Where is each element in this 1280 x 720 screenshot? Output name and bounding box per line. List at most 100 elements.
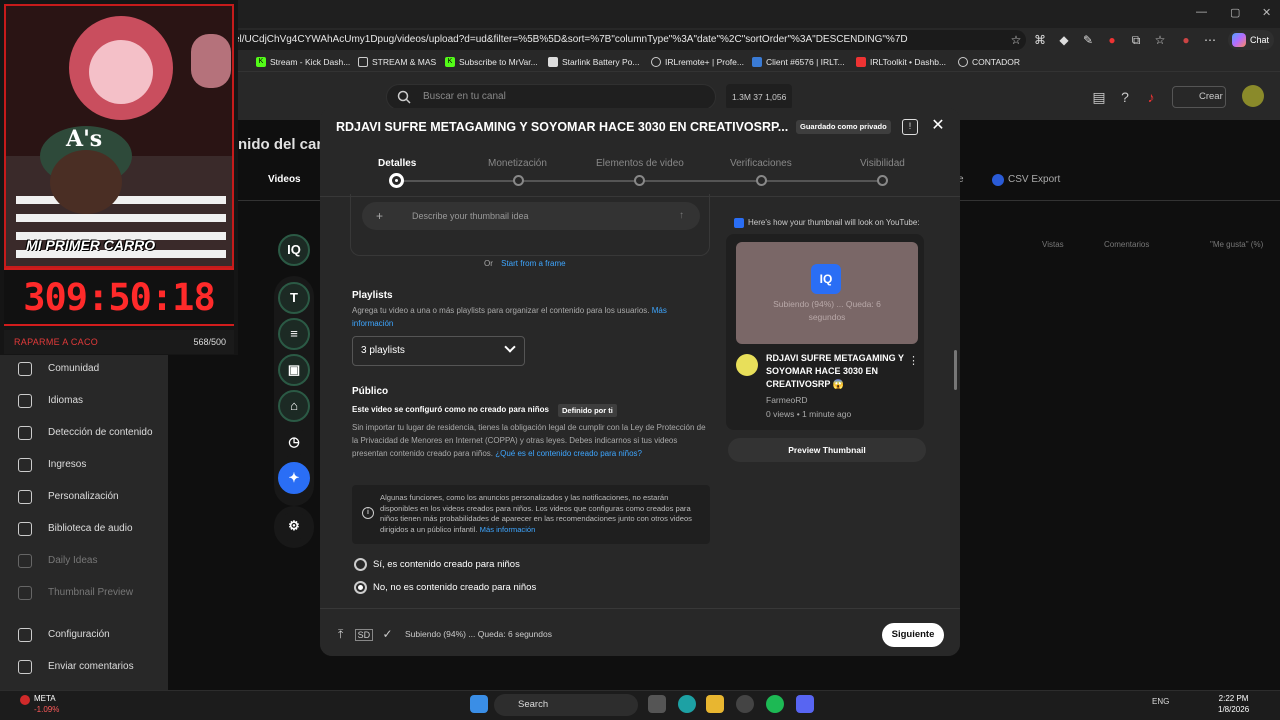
radio-made-for-kids[interactable]: [354, 558, 367, 571]
bookmark-item[interactable]: Starlink Battery Po...: [548, 55, 639, 69]
feedback-icon[interactable]: ▤: [1090, 88, 1108, 106]
windows-start-icon[interactable]: [470, 695, 488, 713]
avatar[interactable]: [1242, 85, 1264, 107]
bookmark-label: IRLremote+ | Profe...: [665, 57, 744, 67]
sidebar-item-content-detection[interactable]: Detección de contenido: [18, 424, 153, 442]
help-icon[interactable]: ?: [1116, 88, 1134, 106]
csv-export-tab[interactable]: CSV Export: [992, 174, 1060, 186]
sidebar-item-daily-ideas[interactable]: Daily Ideas: [18, 552, 97, 570]
bookmark-item[interactable]: IRLremote+ | Profe...: [651, 55, 744, 69]
taskbar-search[interactable]: Search: [494, 694, 638, 716]
search-input[interactable]: Buscar en tu canal: [386, 84, 716, 110]
language-indicator[interactable]: ENG: [1152, 697, 1169, 706]
step-visibility[interactable]: Visibilidad: [860, 158, 905, 169]
step-dot-checks[interactable]: [756, 175, 767, 186]
sidebar-item-community[interactable]: Comunidad: [18, 360, 99, 378]
preview-thumbnail-button[interactable]: Preview Thumbnail: [728, 438, 926, 462]
tags-tool-icon[interactable]: ⌂: [278, 390, 310, 422]
banner-text: MI PRIMER CARRO: [26, 237, 156, 253]
check-circle-icon[interactable]: ✓: [383, 627, 393, 641]
sidebar-item-settings[interactable]: Configuración: [18, 626, 110, 644]
star-icon[interactable]: ☆: [1008, 32, 1024, 48]
daily-ideas-icon: [18, 554, 32, 568]
step-dot-video-elements[interactable]: [634, 175, 645, 186]
stock-widget[interactable]: META -1.09%: [20, 693, 59, 715]
step-video-elements[interactable]: Elementos de video: [596, 158, 684, 169]
thumbnail-tool-icon[interactable]: ▣: [278, 354, 310, 386]
bookmark-item[interactable]: STREAM & MAS: [358, 55, 436, 69]
puzzle-icon[interactable]: ⧉: [1128, 32, 1144, 48]
task-view-icon[interactable]: [648, 695, 666, 713]
bookmark-item[interactable]: K Subscribe to MrVar...: [445, 55, 538, 69]
step-dot-visibility[interactable]: [877, 175, 888, 186]
favorites-icon[interactable]: ☆: [1152, 32, 1168, 48]
notification-bell-icon[interactable]: ♪: [1142, 88, 1160, 106]
tab-videos[interactable]: Videos: [268, 174, 301, 185]
sidebar-item-earnings[interactable]: Ingresos: [18, 456, 86, 474]
radio-label-no[interactable]: No, no es contenido creado para niños: [373, 582, 536, 593]
column-header[interactable]: "Me gusta" (%): [1210, 240, 1263, 249]
obs-icon[interactable]: [736, 695, 754, 713]
thumbnail-idea-input[interactable]: + Describe your thumbnail idea ↑: [362, 202, 700, 230]
start-from-frame-link[interactable]: Start from a frame: [501, 259, 565, 268]
spotify-icon[interactable]: [766, 695, 784, 713]
sparkle-icon[interactable]: ✦: [278, 462, 310, 494]
more-vert-icon[interactable]: ⋮: [908, 354, 919, 367]
bookmark-item[interactable]: CONTADOR: [958, 55, 1020, 69]
edge-icon[interactable]: [678, 695, 696, 713]
kick-icon: K: [256, 57, 266, 67]
radio-label-yes[interactable]: Sí, es contenido creado para niños: [373, 559, 520, 570]
minimize-icon[interactable]: —: [1196, 6, 1207, 18]
webcam-feed: A's MI PRIMER CARRO: [4, 4, 234, 268]
made-for-kids-link[interactable]: ¿Qué es el contenido creado para niños?: [495, 449, 642, 458]
feedback-icon[interactable]: !: [902, 119, 918, 135]
chat-button[interactable]: Chat: [1228, 30, 1274, 50]
next-button[interactable]: Siguiente: [882, 623, 944, 647]
sidebar-item-thumbnail-preview[interactable]: Thumbnail Preview: [18, 584, 133, 602]
system-tray[interactable]: ENG: [1108, 697, 1169, 706]
extension-icon[interactable]: ◆: [1056, 32, 1072, 48]
column-header[interactable]: Comentarios: [1104, 240, 1149, 249]
step-checks[interactable]: Verificaciones: [730, 158, 792, 169]
description-tool-icon[interactable]: ≡: [278, 318, 310, 350]
title-tool-icon[interactable]: T: [278, 282, 310, 314]
step-details[interactable]: Detalles: [378, 158, 416, 169]
sidebar-item-audio-library[interactable]: Biblioteca de audio: [18, 520, 133, 538]
radio-not-made-for-kids[interactable]: [354, 581, 367, 594]
dialog-scrollbar[interactable]: [954, 350, 957, 390]
step-monetization[interactable]: Monetización: [488, 158, 547, 169]
settings-gear-icon[interactable]: ⚙: [278, 510, 310, 542]
more-info-link[interactable]: Más información: [480, 525, 536, 534]
more-menu-icon[interactable]: ⋯: [1202, 32, 1218, 48]
sidebar-item-customization[interactable]: Personalización: [18, 488, 119, 506]
profile-icon[interactable]: ●: [1178, 32, 1194, 48]
sidebar-item-languages[interactable]: Idiomas: [18, 392, 83, 410]
plus-icon[interactable]: +: [376, 202, 383, 230]
close-icon[interactable]: ✕: [930, 118, 946, 134]
pen-icon[interactable]: ✎: [1080, 32, 1096, 48]
create-button[interactable]: Crear: [1172, 86, 1226, 108]
sd-icon[interactable]: SD: [354, 629, 374, 641]
close-window-icon[interactable]: ✕: [1262, 6, 1271, 19]
discord-icon[interactable]: [796, 695, 814, 713]
iq-label: IQ: [287, 242, 301, 257]
maximize-icon[interactable]: ▢: [1230, 6, 1240, 19]
step-dot-details[interactable]: [389, 173, 404, 188]
clock-icon[interactable]: ◷: [278, 426, 310, 458]
extension-icon[interactable]: ⌘: [1032, 32, 1048, 48]
column-header[interactable]: Vistas: [1042, 240, 1064, 249]
bookmark-item[interactable]: K Stream - Kick Dash...: [256, 55, 350, 69]
sidebar-item-send-feedback[interactable]: Enviar comentarios: [18, 658, 134, 676]
bookmark-item[interactable]: IRLToolkit • Dashb...: [856, 55, 946, 69]
send-arrow-icon[interactable]: ↑: [679, 202, 684, 230]
playlist-selected: 3 playlists: [361, 345, 405, 356]
iq-button[interactable]: IQ: [278, 234, 310, 266]
playlist-dropdown[interactable]: 3 playlists: [352, 336, 525, 366]
upload-icon[interactable]: ⤒: [338, 627, 343, 641]
file-explorer-icon[interactable]: [706, 695, 724, 713]
step-dot-monetization[interactable]: [513, 175, 524, 186]
url-bar[interactable]: el/UCdjChVg4CYWAhAcUmy1Dpug/videos/uploa…: [226, 30, 1026, 50]
bookmark-item[interactable]: Client #6576 | IRLT...: [752, 55, 845, 69]
extension-icon[interactable]: ●: [1104, 32, 1120, 48]
clock[interactable]: 2:22 PM 1/8/2026: [1218, 693, 1249, 715]
